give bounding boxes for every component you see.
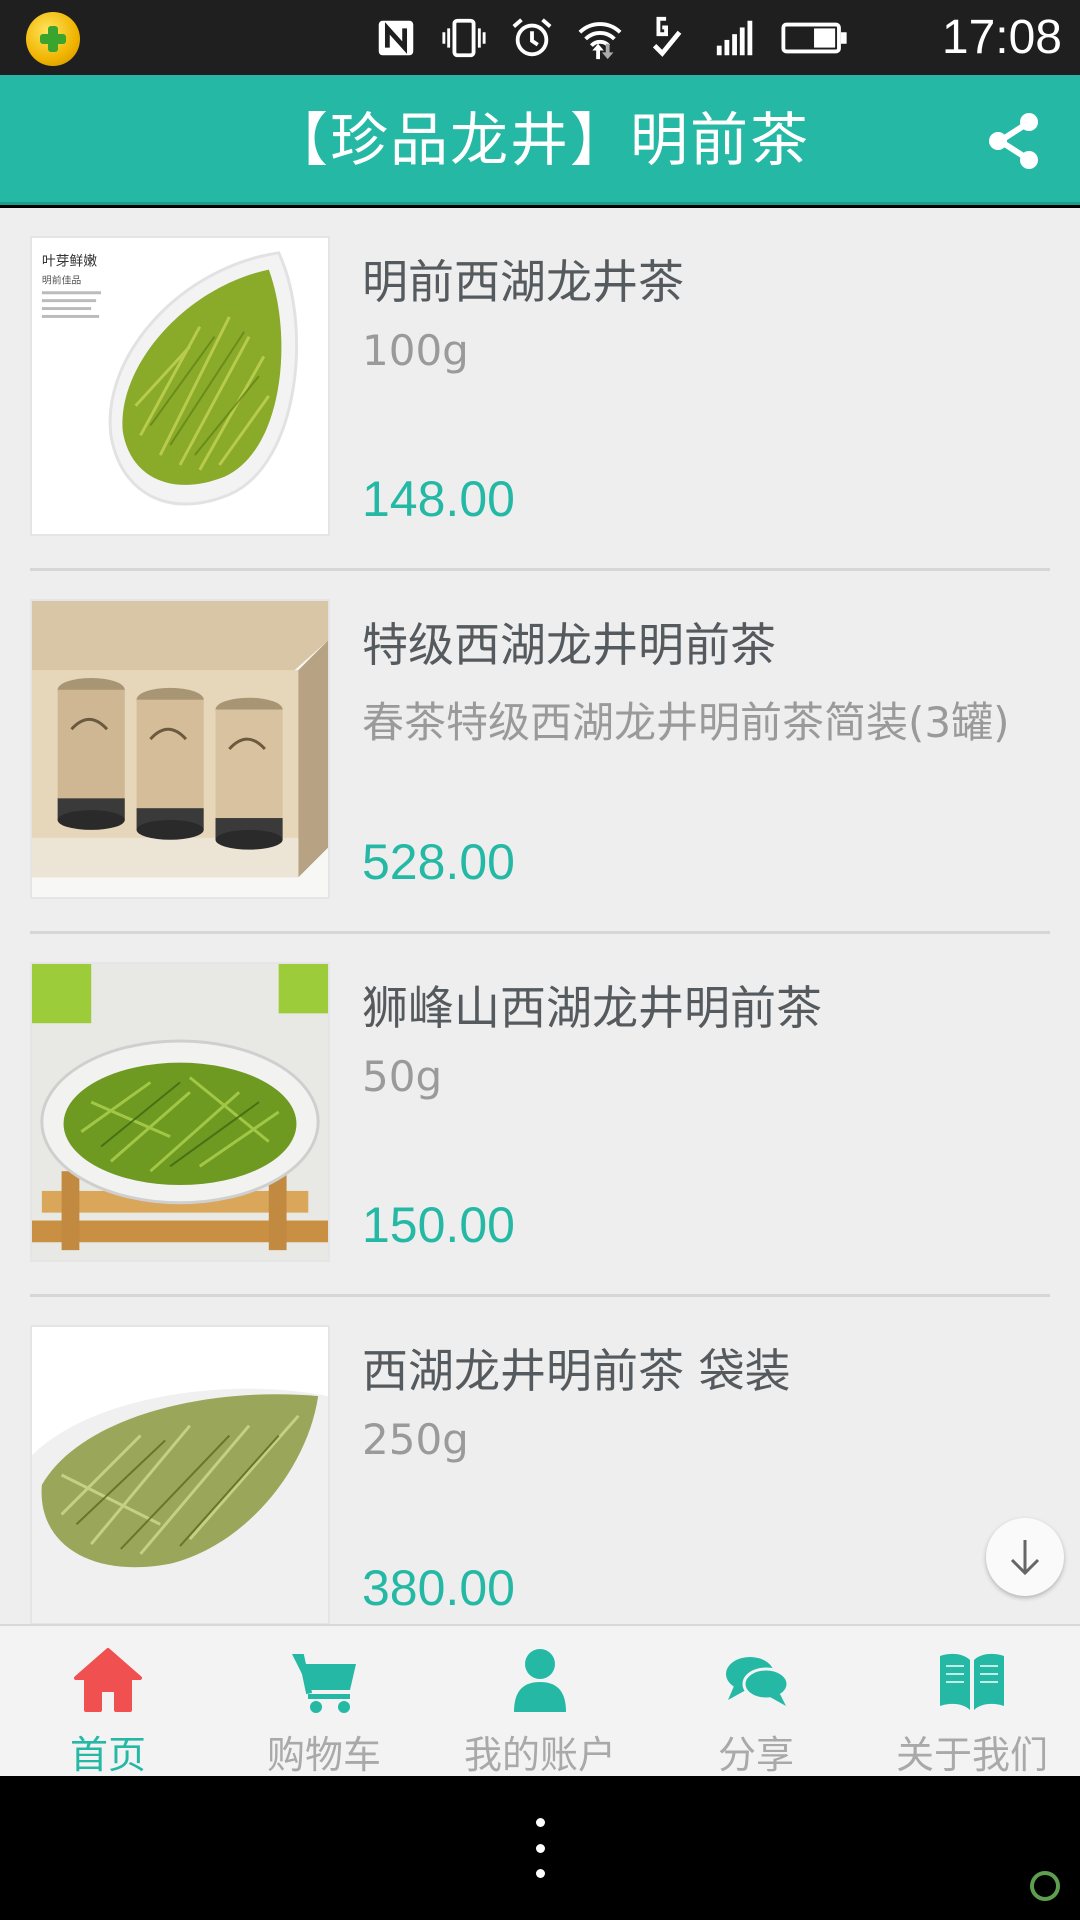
- tab-label: 我的账户: [463, 1733, 616, 1777]
- product-spec: 100g: [362, 326, 469, 375]
- product-image[interactable]: 叶芽鲜嫩 明前佳品: [30, 236, 330, 536]
- product-price: 148.00: [362, 471, 515, 527]
- status-bar: 17:08: [0, 0, 1080, 75]
- product-item-4[interactable]: 西湖龙井明前茶 袋装 250g 380.00: [30, 1297, 1050, 1624]
- alarm-icon: [508, 14, 556, 62]
- product-image-caption-subtitle: 明前佳品: [42, 273, 82, 286]
- tab-label: 购物车: [266, 1733, 381, 1777]
- scroll-down-button[interactable]: [986, 1518, 1064, 1596]
- status-time: 17:08: [941, 11, 1062, 64]
- tab-about-us[interactable]: 关于我们: [864, 1626, 1080, 1777]
- product-item-1[interactable]: 叶芽鲜嫩 明前佳品 明前西湖龙井茶 100g 148.00: [30, 208, 1050, 571]
- product-name[interactable]: 特级西湖龙井明前茶: [362, 609, 776, 675]
- chat-bubbles-icon: [719, 1644, 793, 1716]
- product-item-3[interactable]: 狮峰山西湖龙井明前茶 50g 150.00: [30, 934, 1050, 1297]
- battery-icon: [780, 14, 850, 62]
- product-image-caption-title: 叶芽鲜嫩: [42, 254, 97, 270]
- product-list[interactable]: 叶芽鲜嫩 明前佳品 明前西湖龙井茶 100g 148.00 特级西湖龙井明前茶 …: [0, 208, 1080, 1624]
- product-name[interactable]: 明前西湖龙井茶: [362, 246, 684, 312]
- cart-icon: [287, 1644, 361, 1716]
- product-spec: 50g: [362, 1052, 443, 1101]
- product-image[interactable]: [30, 1325, 330, 1624]
- share-icon: [989, 113, 1038, 169]
- share-button[interactable]: [978, 105, 1050, 177]
- system-navigation-bar: [0, 1776, 1080, 1920]
- watermark-icon: [1030, 1871, 1060, 1901]
- wifi-icon: [576, 14, 624, 62]
- user-icon: [503, 1644, 577, 1716]
- tab-cart[interactable]: 购物车: [216, 1626, 432, 1777]
- book-icon: [935, 1644, 1009, 1716]
- bottom-tab-bar: 首页 购物车 我的账户 分享 关于我们: [0, 1624, 1080, 1777]
- product-price: 150.00: [362, 1197, 515, 1253]
- product-price: 528.00: [362, 834, 515, 890]
- tab-label: 关于我们: [895, 1733, 1048, 1777]
- product-image[interactable]: [30, 962, 330, 1262]
- overflow-menu-button[interactable]: [520, 1818, 560, 1878]
- nfc-icon: [372, 14, 420, 62]
- title-bar: 【珍品龙井】明前茶: [0, 75, 1080, 205]
- app-360-icon: [26, 12, 80, 66]
- product-spec: 春茶特级西湖龙井明前茶简装(3罐): [362, 698, 1010, 747]
- vibrate-icon: [440, 14, 488, 62]
- arrow-down-icon: [1010, 1540, 1040, 1576]
- product-spec: 250g: [362, 1415, 469, 1464]
- tab-home[interactable]: 首页: [0, 1626, 216, 1777]
- watermark-logo: [1030, 1871, 1060, 1901]
- product-name[interactable]: 狮峰山西湖龙井明前茶: [362, 972, 822, 1038]
- page-title: 【珍品龙井】明前茶: [269, 106, 810, 174]
- data-g-icon: [644, 14, 692, 62]
- home-icon: [71, 1644, 145, 1716]
- tab-label: 分享: [717, 1733, 794, 1777]
- signal-icon: [712, 14, 760, 62]
- product-price: 380.00: [362, 1560, 515, 1616]
- status-icons: [372, 8, 850, 68]
- tab-share[interactable]: 分享: [648, 1626, 864, 1777]
- tab-account[interactable]: 我的账户: [432, 1626, 648, 1777]
- product-item-2[interactable]: 特级西湖龙井明前茶 春茶特级西湖龙井明前茶简装(3罐) 528.00: [30, 571, 1050, 934]
- tab-label: 首页: [69, 1733, 146, 1777]
- product-name[interactable]: 西湖龙井明前茶 袋装: [362, 1335, 791, 1401]
- product-image[interactable]: [30, 599, 330, 899]
